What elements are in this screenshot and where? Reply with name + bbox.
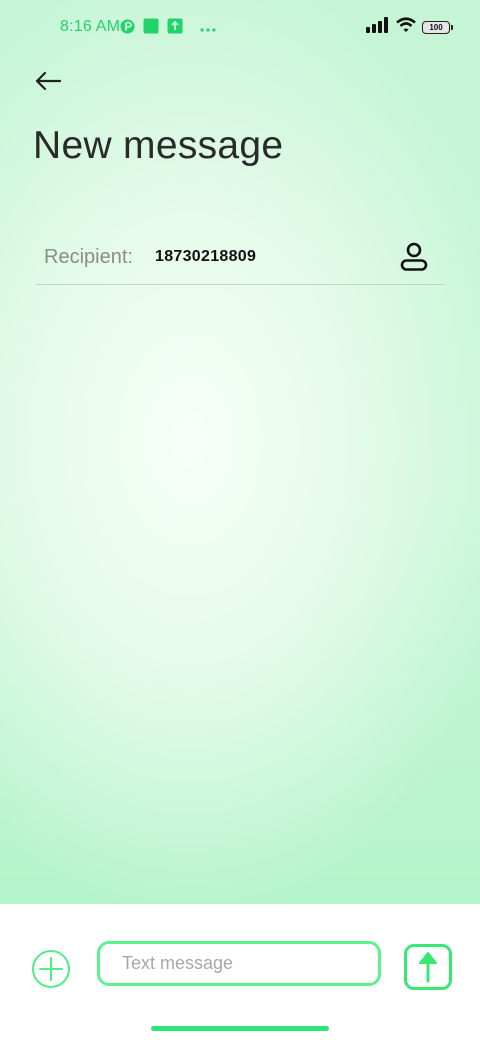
more-dots-icon: [199, 20, 217, 38]
back-button[interactable]: [30, 64, 66, 98]
recipient-number[interactable]: 18730218809: [155, 248, 256, 266]
attach-button[interactable]: [30, 948, 72, 990]
wifi-icon: [396, 17, 416, 38]
screen-background: 8:16 AM 100 New message Recipient: 18730…: [0, 0, 480, 904]
home-indicator: [151, 1026, 329, 1031]
battery-indicator: 100: [422, 21, 453, 34]
plus-circle-icon: [32, 950, 70, 988]
page-title: New message: [33, 124, 284, 167]
status-bar: 8:16 AM 100: [0, 0, 480, 54]
recipient-row[interactable]: Recipient: 18730218809: [36, 234, 444, 285]
upload-square-icon: [167, 18, 183, 39]
send-button[interactable]: [404, 944, 452, 990]
status-time: 8:16 AM: [60, 18, 121, 35]
app-circle-icon: [120, 19, 135, 39]
status-icons-left: [120, 18, 217, 39]
arrow-left-icon: [35, 71, 62, 91]
app-square-icon: [143, 18, 159, 39]
arrow-up-icon: [419, 952, 437, 983]
message-input[interactable]: [97, 941, 381, 986]
contact-picker-button[interactable]: [398, 240, 430, 274]
status-icons-right: 100: [366, 17, 453, 38]
battery-level: 100: [429, 23, 443, 32]
signal-icon: [366, 17, 390, 38]
compose-bar: [0, 904, 480, 1040]
person-icon: [400, 242, 428, 271]
recipient-label: Recipient:: [44, 246, 133, 268]
